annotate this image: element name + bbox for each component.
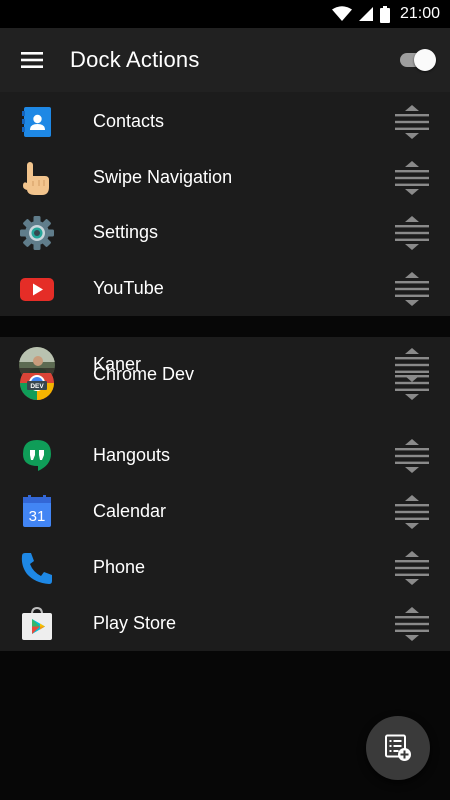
list-item-swipe-navigation[interactable]: Swipe Navigation <box>0 150 450 206</box>
drag-handle-icon[interactable] <box>394 365 430 401</box>
list-item-hangouts[interactable]: Hangouts <box>0 428 450 484</box>
drag-handle-icon[interactable] <box>394 215 430 251</box>
drag-handle-icon[interactable] <box>394 494 430 530</box>
status-time: 21:00 <box>399 5 440 22</box>
phone-icon <box>21 553 52 584</box>
drag-handle-icon[interactable] <box>394 606 430 642</box>
contacts-icon <box>22 107 51 137</box>
list-item-label: Chrome Dev <box>93 364 195 384</box>
list-item-settings[interactable]: Settings <box>0 205 450 261</box>
app-bar: Dock Actions <box>0 28 450 92</box>
list-item-phone[interactable]: Phone <box>0 540 450 596</box>
menu-icon[interactable] <box>20 49 44 71</box>
wifi-icon <box>331 6 352 21</box>
add-action-button[interactable] <box>366 716 430 780</box>
page-title: Dock Actions <box>70 47 200 72</box>
toggle-thumb <box>414 49 436 71</box>
signal-icon <box>358 7 373 21</box>
chrome-dev-badge: DEV <box>30 383 44 390</box>
drag-handle-icon[interactable] <box>394 550 430 586</box>
status-icons: 21:00 <box>331 4 440 24</box>
chrome-dev-icon: DEV <box>20 373 54 400</box>
list-item-label: Hangouts <box>93 445 171 465</box>
youtube-icon <box>20 278 54 301</box>
dock-actions-toggle[interactable] <box>398 48 438 72</box>
list-item-calendar[interactable]: 31 Calendar <box>0 484 450 540</box>
list-item-label: Calendar <box>93 501 167 521</box>
list-item-label: Settings <box>93 222 159 242</box>
pointing-hand-icon <box>23 162 49 195</box>
list-item-youtube[interactable]: YouTube <box>0 261 450 317</box>
list-item-label: YouTube <box>93 278 164 298</box>
list-item-label: Swipe Navigation <box>93 167 233 187</box>
list-item-label: Contacts <box>93 111 165 131</box>
list-item-contacts[interactable]: Contacts <box>0 94 450 150</box>
drag-handle-icon[interactable] <box>394 438 430 474</box>
calendar-day: 31 <box>29 508 46 525</box>
dock-actions-list: Contacts Swipe Navigation Settings YouTu… <box>0 92 450 316</box>
drag-handle-icon[interactable] <box>394 104 430 140</box>
gear-icon <box>20 216 54 250</box>
list-item-label: Play Store <box>93 613 177 633</box>
list-item-play-store[interactable]: Play Store <box>0 596 450 651</box>
hangouts-icon <box>23 440 51 471</box>
drag-handle-icon[interactable] <box>394 160 430 196</box>
list-item-label: Phone <box>93 557 146 577</box>
play-store-icon <box>22 606 52 640</box>
apps-list: Kaner DEV Chrome Dev Hangouts 31 Calenda… <box>0 337 450 651</box>
drag-handle-icon[interactable] <box>394 271 430 307</box>
list-item-chrome-dev[interactable]: DEV Chrome Dev <box>0 364 450 429</box>
status-bar: 21:00 <box>0 0 450 28</box>
calendar-icon: 31 <box>23 495 51 527</box>
battery-icon <box>379 5 390 23</box>
add-list-icon <box>385 734 411 761</box>
